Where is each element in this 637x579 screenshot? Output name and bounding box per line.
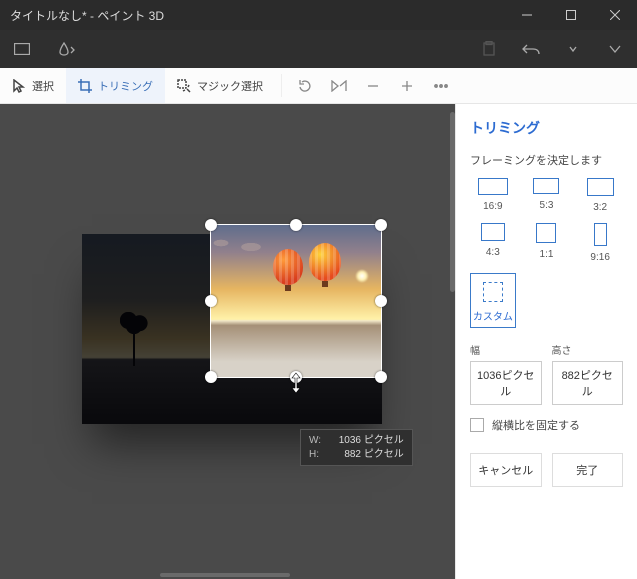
window-title: タイトルなし* - ペイント 3D [0, 7, 505, 24]
done-button[interactable]: 完了 [552, 453, 624, 487]
tab-select-label: 選択 [32, 78, 54, 94]
ratio-9-16[interactable]: 9:16 [577, 223, 623, 263]
width-height-row: 幅 1036ピクセル 高さ 882ピクセル [470, 342, 623, 405]
redo-dropdown-icon[interactable] [557, 33, 589, 65]
maximize-button[interactable] [549, 0, 593, 30]
crop-handle-n[interactable] [290, 219, 302, 231]
crop-handle-ne[interactable] [375, 219, 387, 231]
side-panel: トリミング フレーミングを決定します 16:9 5:3 3:2 4:3 1:1 … [455, 104, 637, 579]
zoom-in-button[interactable] [390, 68, 424, 103]
width-input[interactable]: 1036ピクセル [470, 361, 542, 405]
separator [281, 74, 282, 97]
ratio-3-2-label: 3:2 [593, 202, 607, 213]
tooltip-h-value: 882 [327, 448, 361, 462]
crop-handle-se[interactable] [375, 371, 387, 383]
crop-icon [78, 79, 92, 93]
action-buttons: キャンセル 完了 [470, 453, 623, 487]
panel-title: トリミング [470, 118, 623, 138]
ratio-16-9-label: 16:9 [483, 201, 502, 212]
ratio-5-3-label: 5:3 [540, 200, 554, 211]
crop-handle-sw[interactable] [205, 371, 217, 383]
tooltip-h-unit: ピクセル [364, 449, 404, 460]
ratio-9-16-label: 9:16 [590, 252, 609, 263]
ratio-custom-label: カスタム [473, 308, 513, 323]
main-area: W:1036 ピクセル H:882 ピクセル トリミング フレーミングを決定しま… [0, 104, 637, 579]
lock-aspect-label: 縦横比を固定する [492, 417, 580, 433]
undo-button[interactable] [515, 33, 547, 65]
dimension-tooltip: W:1036 ピクセル H:882 ピクセル [300, 429, 413, 466]
resize-ns-cursor-icon [288, 372, 304, 399]
height-label: 高さ [552, 342, 624, 357]
brushes-dropdown[interactable] [50, 33, 82, 65]
zoom-out-button[interactable] [356, 68, 390, 103]
crop-preview [211, 225, 381, 377]
ratio-1-1-label: 1:1 [540, 249, 554, 260]
tooltip-w-unit: ピクセル [364, 435, 404, 446]
crop-handle-e[interactable] [375, 295, 387, 307]
crop-handle-w[interactable] [205, 295, 217, 307]
ratio-16-9[interactable]: 16:9 [470, 178, 516, 213]
tooltip-w-value: 1036 [327, 434, 361, 448]
width-label: 幅 [470, 342, 542, 357]
minimize-button[interactable] [505, 0, 549, 30]
ratio-1-1[interactable]: 1:1 [524, 223, 570, 263]
height-input[interactable]: 882ピクセル [552, 361, 624, 405]
menu-expand-button[interactable] [6, 33, 38, 65]
cancel-button[interactable]: キャンセル [470, 453, 542, 487]
ratio-5-3[interactable]: 5:3 [524, 178, 570, 213]
more-chevron-icon[interactable] [599, 33, 631, 65]
cursor-icon [12, 79, 26, 93]
custom-crop-icon [483, 282, 503, 302]
more-tools-button[interactable] [424, 68, 458, 103]
title-bar: タイトルなし* - ペイント 3D [0, 0, 637, 30]
ratio-custom[interactable]: カスタム [470, 273, 516, 328]
tab-magic-select[interactable]: マジック選択 [165, 68, 275, 103]
command-bar [0, 30, 637, 68]
rotate-button[interactable] [288, 68, 322, 103]
tooltip-w-label: W: [309, 434, 327, 448]
lock-aspect-checkbox[interactable] [470, 418, 484, 432]
canvas-area[interactable]: W:1036 ピクセル H:882 ピクセル [0, 104, 455, 579]
tab-crop-label: トリミング [98, 78, 153, 94]
aspect-ratio-grid: 16:9 5:3 3:2 4:3 1:1 9:16 [470, 178, 623, 263]
tool-tabs: 選択 トリミング マジック選択 [0, 68, 637, 104]
vertical-scrollbar[interactable] [450, 112, 455, 292]
tab-magic-label: マジック選択 [197, 78, 263, 94]
magic-select-icon [177, 79, 191, 93]
tab-select[interactable]: 選択 [0, 68, 66, 103]
tooltip-h-label: H: [309, 448, 327, 462]
ratio-4-3[interactable]: 4:3 [470, 223, 516, 263]
crop-handle-nw[interactable] [205, 219, 217, 231]
ratio-4-3-label: 4:3 [486, 247, 500, 258]
tab-crop[interactable]: トリミング [66, 68, 165, 103]
framing-caption: フレーミングを決定します [470, 152, 623, 168]
paste-button [473, 33, 505, 65]
crop-rectangle[interactable] [210, 224, 382, 378]
ratio-3-2[interactable]: 3:2 [577, 178, 623, 213]
horizontal-scrollbar[interactable] [160, 573, 290, 577]
close-button[interactable] [593, 0, 637, 30]
flip-button[interactable] [322, 68, 356, 103]
lock-aspect-row[interactable]: 縦横比を固定する [470, 417, 623, 433]
